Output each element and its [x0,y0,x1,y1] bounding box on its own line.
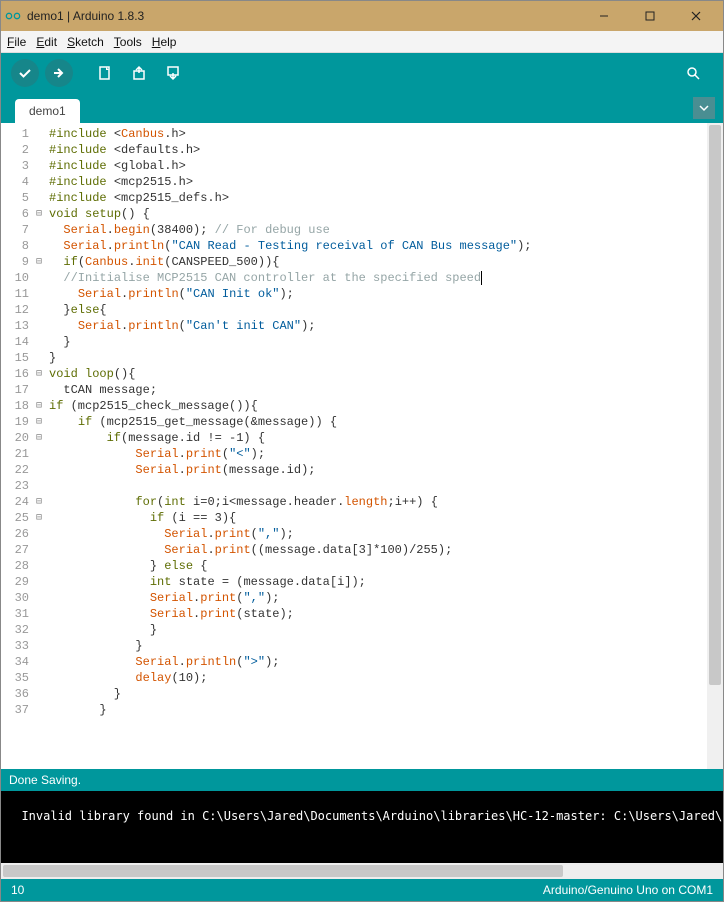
titlebar: demo1 | Arduino 1.8.3 [1,1,723,31]
tab-label: demo1 [29,104,66,118]
menu-help[interactable]: Help [152,35,177,49]
code-line[interactable]: if (mcp2515_get_message(&message)) { [49,414,703,430]
console: Invalid library found in C:\Users\Jared\… [1,791,723,863]
new-sketch-button[interactable] [91,59,119,87]
menu-sketch[interactable]: Sketch [67,35,104,49]
code-line[interactable]: } [49,638,703,654]
code-line[interactable]: } [49,350,703,366]
arduino-icon [5,8,21,24]
code-line[interactable]: Serial.print((message.data[3]*100)/255); [49,542,703,558]
serial-monitor-button[interactable] [679,59,707,87]
menu-tools[interactable]: Tools [114,35,142,49]
code-line[interactable]: for(int i=0;i<message.header.length;i++)… [49,494,703,510]
code-line[interactable]: #include <defaults.h> [49,142,703,158]
code-line[interactable]: Serial.println("CAN Read - Testing recei… [49,238,703,254]
fold-gutter[interactable]: ⊟⊟⊟⊟⊟⊟⊟⊟ [33,123,45,769]
upload-button[interactable] [45,59,73,87]
footer-bar: 10 Arduino/Genuino Uno on COM1 [1,879,723,901]
menu-edit[interactable]: Edit [36,35,57,49]
code-line[interactable]: } [49,622,703,638]
tab-demo1[interactable]: demo1 [15,99,80,123]
code-line[interactable]: } [49,686,703,702]
maximize-button[interactable] [627,1,673,31]
code-line[interactable]: Serial.print(message.id); [49,462,703,478]
status-bar: Done Saving. [1,769,723,791]
code-line[interactable]: }else{ [49,302,703,318]
code-line[interactable]: void setup() { [49,206,703,222]
code-line[interactable]: Serial.println(">"); [49,654,703,670]
code-line[interactable]: Serial.print("<"); [49,446,703,462]
code-line[interactable]: //Initialise MCP2515 CAN controller at t… [49,270,703,286]
code-line[interactable]: if (i == 3){ [49,510,703,526]
menubar: File Edit Sketch Tools Help [1,31,723,53]
code-line[interactable] [49,478,703,494]
scrollbar-thumb[interactable] [709,125,721,685]
scrollbar-thumb-h[interactable] [3,865,563,877]
code-line[interactable]: int state = (message.data[i]); [49,574,703,590]
save-sketch-button[interactable] [159,59,187,87]
code-line[interactable]: void loop(){ [49,366,703,382]
editor[interactable]: 1234567891011121314151617181920212223242… [1,123,723,769]
cursor-line: 10 [11,883,24,897]
code-line[interactable]: Serial.println("CAN Init ok"); [49,286,703,302]
code-line[interactable]: Serial.begin(38400); // For debug use [49,222,703,238]
scrollbar-vertical[interactable] [707,123,723,769]
menu-file[interactable]: File [7,35,26,49]
code-line[interactable]: if(message.id != -1) { [49,430,703,446]
status-message: Done Saving. [9,773,81,787]
tab-menu-button[interactable] [693,97,715,119]
code-line[interactable]: Serial.print(","); [49,526,703,542]
code-line[interactable]: Serial.println("Can't init CAN"); [49,318,703,334]
minimize-button[interactable] [581,1,627,31]
code-line[interactable]: #include <mcp2515_defs.h> [49,190,703,206]
code-area[interactable]: #include <Canbus.h>#include <defaults.h>… [45,123,707,769]
console-text: Invalid library found in C:\Users\Jared\… [21,809,723,823]
window-title: demo1 | Arduino 1.8.3 [27,9,581,23]
code-line[interactable]: #include <global.h> [49,158,703,174]
board-info: Arduino/Genuino Uno on COM1 [543,883,713,897]
scrollbar-horizontal[interactable] [1,863,723,879]
code-line[interactable]: Serial.print(","); [49,590,703,606]
close-button[interactable] [673,1,719,31]
code-line[interactable]: Serial.print(state); [49,606,703,622]
code-line[interactable]: delay(10); [49,670,703,686]
tabbar: demo1 [1,93,723,123]
code-line[interactable]: } else { [49,558,703,574]
code-line[interactable]: if(Canbus.init(CANSPEED_500)){ [49,254,703,270]
verify-button[interactable] [11,59,39,87]
code-line[interactable]: tCAN message; [49,382,703,398]
code-line[interactable]: } [49,334,703,350]
code-line[interactable]: if (mcp2515_check_message()){ [49,398,703,414]
toolbar [1,53,723,93]
code-line[interactable]: #include <mcp2515.h> [49,174,703,190]
code-line[interactable]: #include <Canbus.h> [49,126,703,142]
code-line[interactable]: } [49,702,703,718]
open-sketch-button[interactable] [125,59,153,87]
line-gutter: 1234567891011121314151617181920212223242… [1,123,33,769]
